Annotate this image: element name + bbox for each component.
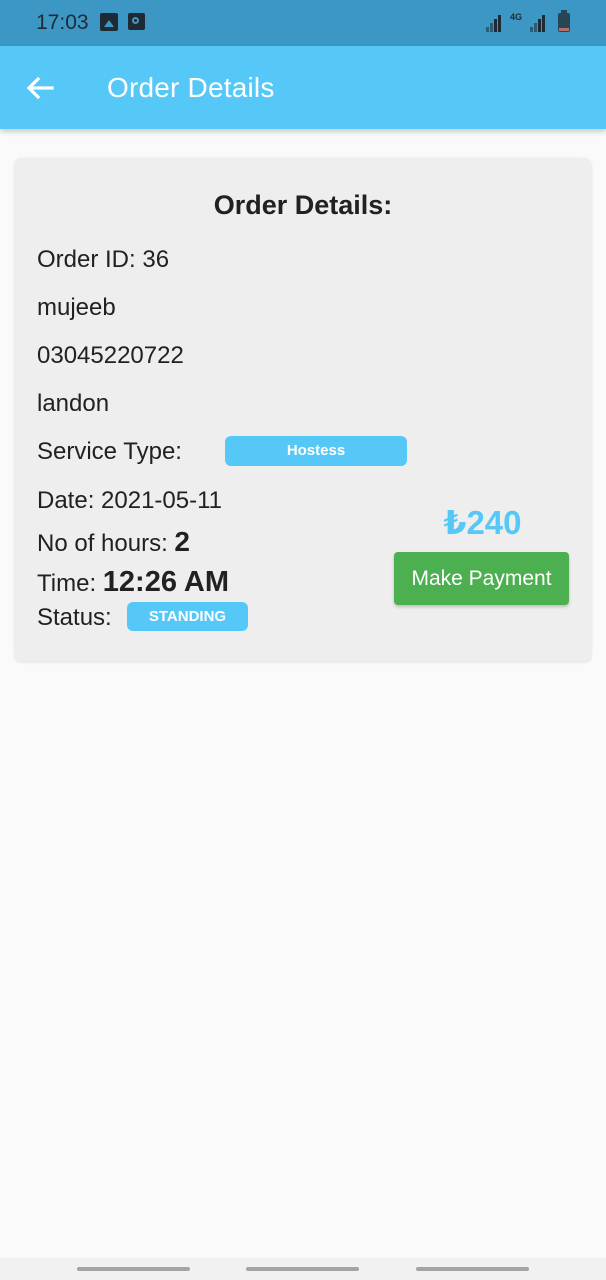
- nav-home-button[interactable]: [246, 1267, 359, 1271]
- back-button[interactable]: [18, 66, 62, 110]
- gallery-icon: [100, 13, 118, 31]
- service-type-label: Service Type:: [37, 438, 182, 465]
- order-card: Order Details: Order ID: 36 mujeeb 03045…: [15, 158, 591, 661]
- status-badge: STANDING: [127, 602, 248, 631]
- hours-label: No of hours:: [37, 530, 168, 557]
- customer-name: mujeeb: [37, 294, 116, 321]
- hours-value: 2: [174, 526, 190, 557]
- status-bar: 17:03 4G: [0, 0, 606, 46]
- 4g-icon: 4G: [510, 12, 523, 22]
- nav-recent-button[interactable]: [77, 1267, 190, 1271]
- signal-icon: [486, 14, 504, 32]
- order-price: ₺240: [443, 504, 522, 541]
- time-row: Time: 12:26 AM: [37, 566, 229, 599]
- hours-row: No of hours: 2: [37, 526, 190, 558]
- time-label: Time:: [37, 570, 97, 597]
- status-time: 17:03: [36, 11, 89, 34]
- arrow-left-icon: [26, 76, 54, 100]
- app-notification-icon: [128, 13, 145, 30]
- time-value: 12:26 AM: [102, 566, 230, 598]
- make-payment-button[interactable]: Make Payment: [394, 552, 569, 605]
- order-card-heading: Order Details:: [213, 190, 393, 220]
- nav-back-button[interactable]: [416, 1267, 529, 1271]
- customer-location: landon: [37, 390, 110, 417]
- status-label: Status:: [37, 604, 112, 631]
- page-title: Order Details: [107, 72, 275, 103]
- signal-icon: [530, 14, 548, 32]
- system-nav-bar: [0, 1258, 606, 1280]
- battery-icon: [558, 10, 570, 32]
- order-id: Order ID: 36: [37, 246, 170, 273]
- customer-phone: 03045220722: [37, 342, 184, 369]
- app-bar: Order Details: [0, 46, 606, 129]
- order-date: Date: 2021-05-11: [37, 487, 223, 514]
- service-type-badge: Hostess: [225, 436, 407, 466]
